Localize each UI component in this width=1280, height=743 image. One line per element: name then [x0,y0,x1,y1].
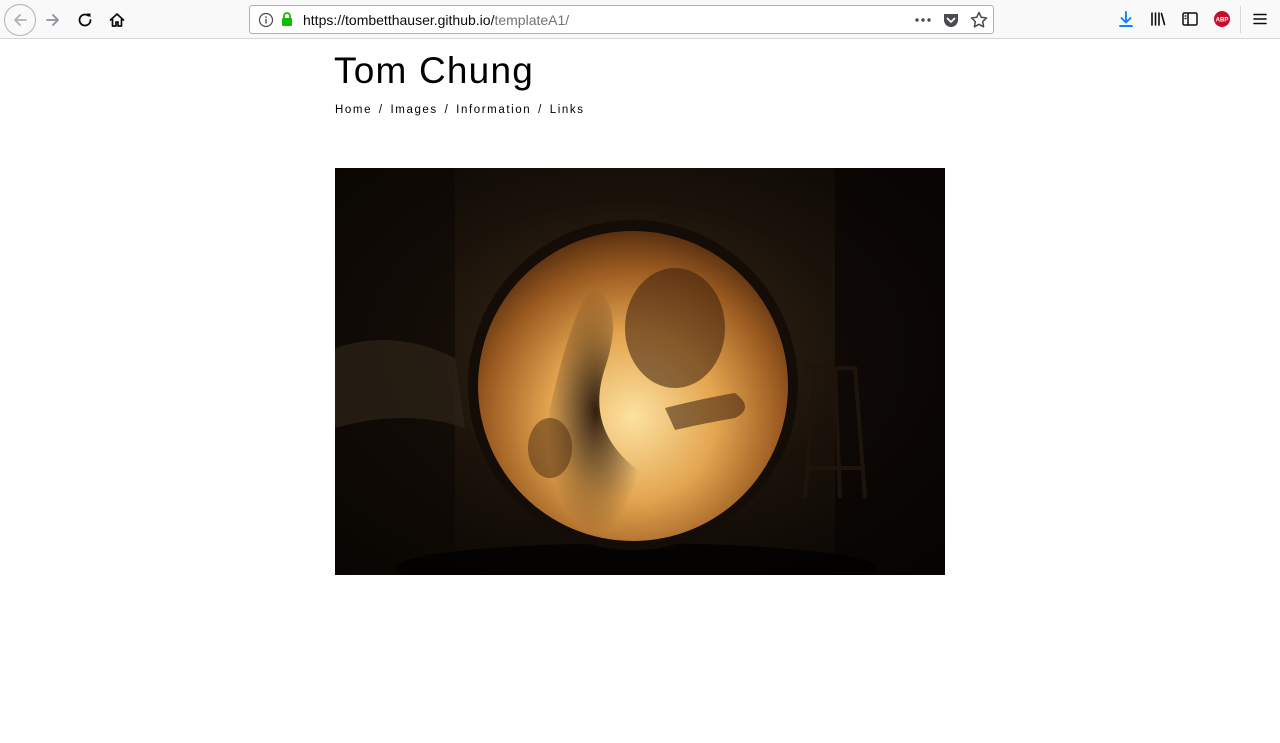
adblock-icon: ABP [1214,11,1230,27]
more-dots-icon[interactable] [913,11,933,29]
lock-icon[interactable] [279,11,295,27]
nav-link-links[interactable]: Links [550,104,585,116]
downloads-button[interactable] [1115,8,1137,30]
back-button[interactable] [4,4,36,36]
menu-button[interactable] [1249,8,1271,30]
site-nav: Home / Images / Information / Links [335,103,585,117]
reload-button[interactable] [73,8,97,32]
url-text[interactable]: https://tombetthauser.github.io/template… [303,12,569,28]
toolbar-separator [1240,6,1241,33]
nav-separator: / [378,104,384,116]
back-arrow-icon [14,14,27,26]
forward-button[interactable] [41,8,65,32]
nav-link-images[interactable]: Images [390,104,437,116]
pocket-icon[interactable] [942,11,960,29]
download-icon [1119,11,1133,27]
address-bar[interactable]: https://tombetthauser.github.io/template… [249,5,994,34]
nav-separator: / [538,104,543,116]
nav-separator: / [444,104,450,116]
home-icon [109,13,125,27]
sidebar-icon [1182,12,1198,26]
star-icon[interactable] [969,10,989,30]
page-content: Tom Chung Home / Images / Information / … [0,40,1280,743]
browser-toolbar: https://tombetthauser.github.io/template… [0,0,1280,39]
adblock-badge-text: ABP [1216,17,1229,23]
info-icon[interactable] [258,12,274,28]
hamburger-menu-icon [1253,13,1267,25]
home-button[interactable] [105,8,129,32]
url-path: templateA1/ [494,12,570,28]
reload-icon [78,13,92,27]
url-host: https://tombetthauser.github.io/ [303,12,495,28]
library-button[interactable] [1147,8,1169,30]
featured-photo [335,168,945,575]
site-title: Tom Chung [334,50,535,91]
forward-arrow-icon [46,14,59,26]
adblock-button[interactable]: ABP [1211,8,1233,30]
sidebar-button[interactable] [1179,8,1201,30]
nav-link-information[interactable]: Information [456,104,531,116]
nav-link-home[interactable]: Home [335,104,372,116]
library-icon [1151,12,1166,26]
